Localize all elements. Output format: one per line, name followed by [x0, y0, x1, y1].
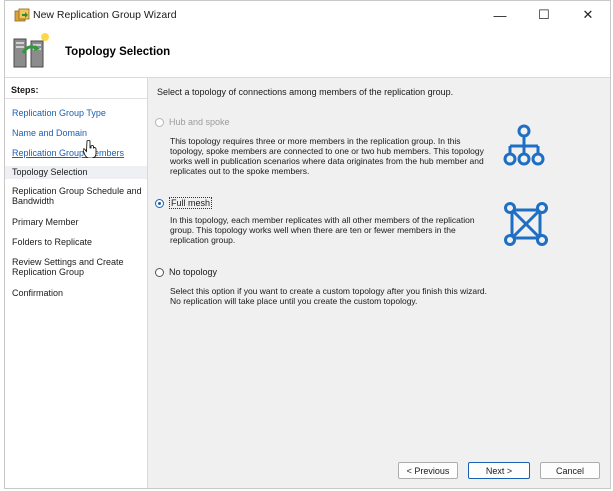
replication-wizard-icon [14, 8, 30, 22]
hub-and-spoke-option: Hub and spoke [155, 117, 230, 127]
full-mesh-label[interactable]: Full mesh [169, 197, 213, 209]
full-mesh-radio[interactable] [155, 198, 164, 208]
topology-content-panel: Select a topology of connections among m… [148, 78, 610, 488]
no-topology-label[interactable]: No topology [169, 267, 217, 277]
step-name-and-domain[interactable]: Name and Domain [12, 128, 144, 138]
step-schedule-and-bandwidth: Replication Group Schedule and Bandwidth [12, 186, 142, 206]
step-primary-member: Primary Member [12, 217, 79, 227]
full-mesh-diagram-icon [504, 202, 548, 246]
step-replication-group-members[interactable]: Replication Group Members [12, 148, 144, 158]
replication-servers-icon [13, 33, 49, 68]
cancel-button[interactable]: Cancel [540, 462, 600, 479]
maximize-button[interactable]: ☐ [522, 1, 566, 29]
wizard-header: Topology Selection [5, 29, 610, 78]
steps-heading: Steps: [5, 85, 147, 99]
previous-button[interactable]: < Previous [398, 462, 458, 479]
step-replication-group-type[interactable]: Replication Group Type [12, 108, 144, 118]
title-bar: New Replication Group Wizard — ☐ ✕ [5, 1, 610, 29]
intro-text: Select a topology of connections among m… [157, 87, 454, 97]
full-mesh-option[interactable]: Full mesh [155, 197, 213, 209]
no-topology-option[interactable]: No topology [155, 267, 217, 277]
hand-cursor-icon [83, 140, 97, 158]
next-button[interactable]: Next > [468, 462, 530, 479]
hub-and-spoke-description: This topology requires three or more mem… [170, 136, 484, 176]
window-title: New Replication Group Wizard [33, 9, 177, 21]
step-topology-selection: Topology Selection [5, 166, 147, 179]
minimize-button[interactable]: — [478, 1, 522, 29]
step-review-settings: Review Settings and Create Replication G… [12, 257, 124, 277]
no-topology-description: Select this option if you want to create… [170, 286, 488, 306]
close-button[interactable]: ✕ [566, 1, 610, 29]
full-mesh-description: In this topology, each member replicates… [170, 215, 475, 245]
hub-and-spoke-diagram-icon [503, 124, 545, 166]
no-topology-radio[interactable] [155, 267, 164, 277]
hub-and-spoke-label: Hub and spoke [169, 117, 230, 127]
hub-and-spoke-radio [155, 117, 164, 127]
step-folders-to-replicate: Folders to Replicate [12, 237, 93, 247]
page-title: Topology Selection [65, 46, 171, 58]
steps-sidebar: Steps: Replication Group Type Name and D… [5, 78, 148, 488]
step-confirmation: Confirmation [12, 288, 64, 298]
wizard-window: New Replication Group Wizard — ☐ ✕ Topol… [4, 0, 611, 489]
